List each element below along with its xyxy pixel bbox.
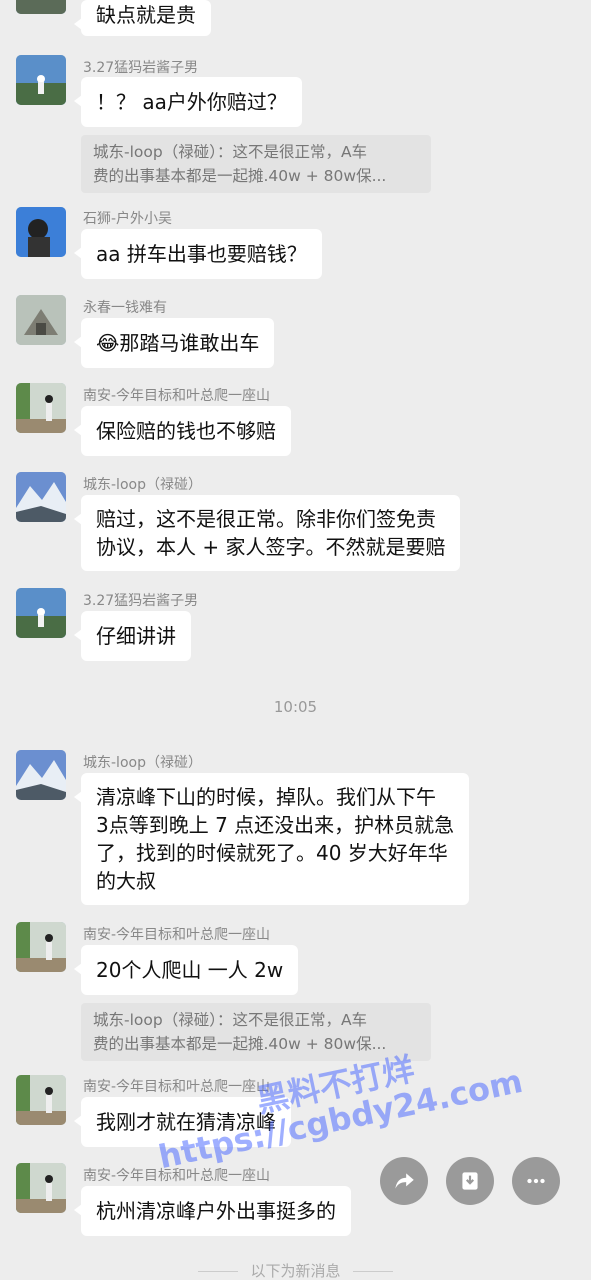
message-bubble[interactable]: 杭州清凉峰户外出事挺多的 (74, 1186, 351, 1236)
avatar[interactable] (16, 588, 66, 638)
quoted-message[interactable]: 城东-loop（禄碰）：这不是很正常，A车 费的出事基本都是一起摊.40w + … (81, 135, 431, 193)
avatar[interactable] (16, 1163, 66, 1213)
sender-name: 3.27猛犸岩酱子男 (83, 60, 199, 76)
sender-name: 南安-今年目标和叶总爬一座山 (83, 927, 271, 943)
sender-name: 南安-今年目标和叶总爬一座山 (83, 388, 271, 404)
sender-name: 3.27猛犸岩酱子男 (83, 593, 199, 609)
message-bubble[interactable]: 20个人爬山 一人 2w (73, 945, 299, 995)
message-bubble[interactable]: 😂那踏马谁敢出车 (73, 318, 275, 368)
avatar[interactable] (16, 750, 66, 800)
avatar[interactable] (16, 472, 66, 522)
message-bubble[interactable]: 保险赔的钱也不够赔 (74, 406, 291, 456)
avatar[interactable] (16, 1075, 66, 1125)
timestamp: 10:05 (273, 698, 318, 716)
message-bubble[interactable]: 仔细讲讲 (74, 611, 191, 661)
message-bubble[interactable]: aa 拼车出事也要赔钱？ (74, 229, 322, 279)
avatar[interactable] (16, 207, 66, 257)
sender-name: 永春一钱难有 (83, 300, 167, 316)
avatar[interactable] (16, 0, 66, 14)
save-icon (462, 1172, 478, 1190)
more-button[interactable] (512, 1157, 560, 1205)
more-icon (527, 1178, 545, 1184)
avatar[interactable] (16, 383, 66, 433)
message-bubble[interactable]: 清凉峰下山的时候，掉队。我们从下午 3点等到晚上 7 点还没出来，护林员就急 了… (73, 773, 470, 905)
avatar[interactable] (16, 295, 66, 345)
message-bubble[interactable]: 缺点就是贵 (74, 0, 211, 36)
sender-name: 城东-loop（禄碰） (83, 477, 202, 493)
sender-name: 石狮-户外小吴 (83, 211, 173, 227)
share-icon (395, 1173, 414, 1189)
sender-name: 南安-今年目标和叶总爬一座山 (83, 1079, 271, 1095)
sender-name: 城东-loop（禄碰） (83, 755, 202, 771)
save-button[interactable] (446, 1157, 494, 1205)
message-bubble[interactable]: ！？ aa户外你赔过？ (74, 77, 302, 127)
new-messages-divider: 以下为新消息 (0, 1260, 591, 1280)
avatar[interactable] (16, 55, 66, 105)
avatar[interactable] (16, 922, 66, 972)
message-bubble[interactable]: 赔过，这不是很正常。除非你们签免责 协议，本人 + 家人签字。不然就是要赔 (73, 495, 461, 571)
share-button[interactable] (380, 1157, 428, 1205)
